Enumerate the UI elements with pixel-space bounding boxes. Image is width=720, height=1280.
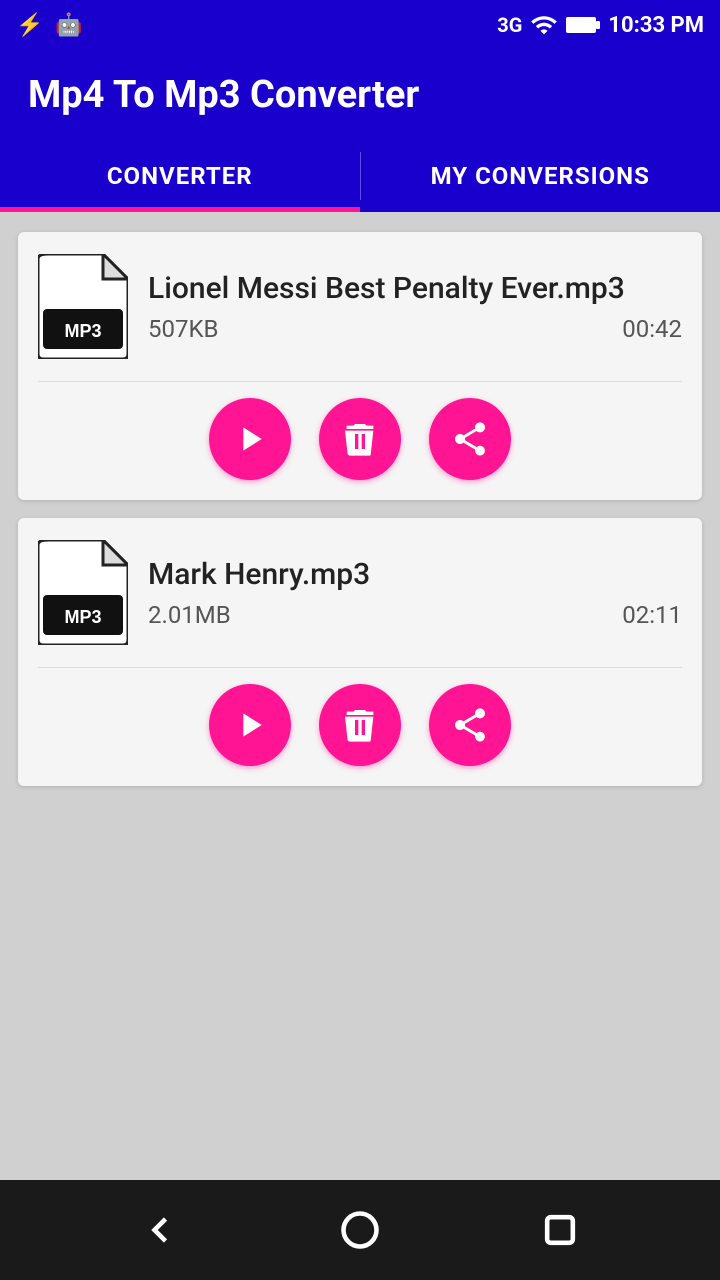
svg-text:MP3: MP3 xyxy=(64,607,101,627)
home-button[interactable] xyxy=(330,1200,390,1260)
mp3-file-icon-2: MP3 xyxy=(38,540,128,645)
tab-bar: CONVERTER MY CONVERSIONS xyxy=(0,140,720,212)
file-duration-2: 02:11 xyxy=(622,601,682,629)
signal-indicator: 3G xyxy=(497,13,522,37)
share-button-2[interactable] xyxy=(429,684,511,766)
back-button[interactable] xyxy=(130,1200,190,1260)
play-icon-2 xyxy=(230,705,270,745)
play-button-2[interactable] xyxy=(209,684,291,766)
status-bar-right: 3G 10:33 PM xyxy=(497,11,704,39)
battery-icon xyxy=(566,15,600,35)
home-icon xyxy=(338,1208,382,1252)
file-name-2: Mark Henry.mp3 xyxy=(148,557,682,593)
file-divider-1 xyxy=(38,381,682,382)
recents-button[interactable] xyxy=(530,1200,590,1260)
back-icon xyxy=(138,1208,182,1252)
content-area: MP3 Lionel Messi Best Penalty Ever.mp3 5… xyxy=(0,212,720,1180)
mp3-file-icon-1: MP3 xyxy=(38,254,128,359)
share-button-1[interactable] xyxy=(429,398,511,480)
bottom-nav xyxy=(0,1180,720,1280)
file-size-1: 507KB xyxy=(148,315,218,343)
file-size-2: 2.01MB xyxy=(148,601,231,629)
trash-icon-2 xyxy=(340,705,380,745)
time-display: 10:33 PM xyxy=(608,13,704,38)
tab-converter[interactable]: CONVERTER xyxy=(0,140,360,212)
delete-button-2[interactable] xyxy=(319,684,401,766)
svg-text:MP3: MP3 xyxy=(64,321,101,341)
android-icon: 🤖 xyxy=(55,13,82,38)
file-actions-1 xyxy=(38,398,682,480)
file-card-top-2: MP3 Mark Henry.mp3 2.01MB 02:11 xyxy=(38,540,682,645)
trash-icon-1 xyxy=(340,419,380,459)
file-card-1: MP3 Lionel Messi Best Penalty Ever.mp3 5… xyxy=(18,232,702,500)
file-meta-2: 2.01MB 02:11 xyxy=(148,601,682,629)
share-icon-1 xyxy=(450,419,490,459)
recents-icon xyxy=(538,1208,582,1252)
share-icon-2 xyxy=(450,705,490,745)
status-bar: ⚡ 🤖 3G 10:33 PM xyxy=(0,0,720,50)
file-info-2: Mark Henry.mp3 2.01MB 02:11 xyxy=(148,557,682,629)
file-meta-1: 507KB 00:42 xyxy=(148,315,682,343)
file-card-2: MP3 Mark Henry.mp3 2.01MB 02:11 xyxy=(18,518,702,786)
file-name-1: Lionel Messi Best Penalty Ever.mp3 xyxy=(148,271,682,307)
file-divider-2 xyxy=(38,667,682,668)
tab-my-conversions[interactable]: MY CONVERSIONS xyxy=(361,140,720,212)
file-duration-1: 00:42 xyxy=(622,315,682,343)
play-button-1[interactable] xyxy=(209,398,291,480)
file-info-1: Lionel Messi Best Penalty Ever.mp3 507KB… xyxy=(148,271,682,343)
app-title: Mp4 To Mp3 Converter xyxy=(28,73,419,117)
file-card-top-1: MP3 Lionel Messi Best Penalty Ever.mp3 5… xyxy=(38,254,682,359)
app-bar: Mp4 To Mp3 Converter xyxy=(0,50,720,140)
delete-button-1[interactable] xyxy=(319,398,401,480)
signal-icon xyxy=(530,11,558,39)
file-actions-2 xyxy=(38,684,682,766)
play-icon-1 xyxy=(230,419,270,459)
usb-icon: ⚡ xyxy=(16,13,43,38)
status-bar-left: ⚡ 🤖 xyxy=(16,13,83,38)
